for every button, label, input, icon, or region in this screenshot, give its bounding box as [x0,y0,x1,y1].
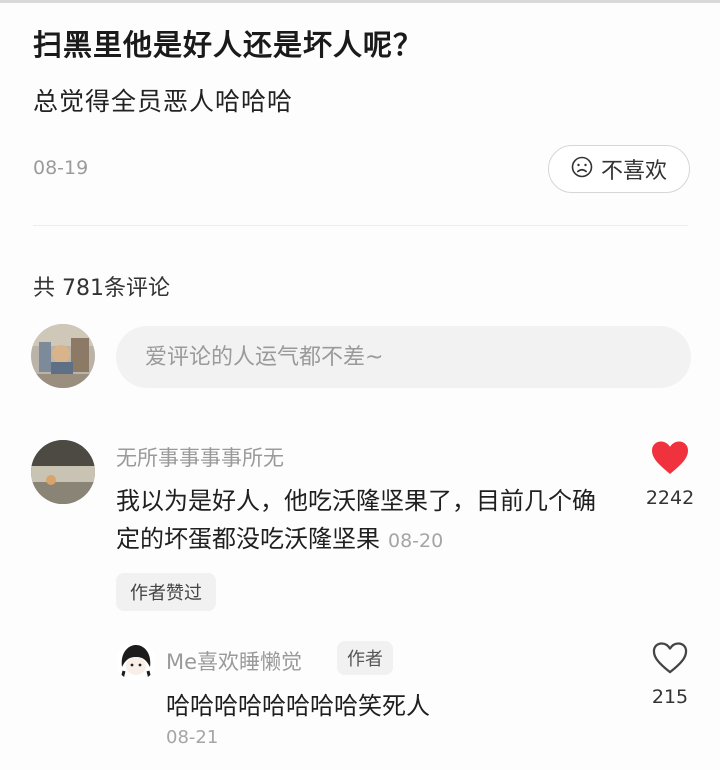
sad-face-icon [571,156,593,182]
like-count: 2242 [645,487,695,509]
heart-filled-icon [652,441,688,474]
reply-text: 哈哈哈哈哈哈哈哈笑死人 [166,692,430,720]
dislike-label: 不喜欢 [600,159,667,184]
commenter-username[interactable]: 无所事事事事所无 [116,442,284,472]
like-button[interactable] [650,440,690,476]
comment-input[interactable] [116,326,691,388]
current-user-avatar[interactable] [31,324,95,388]
comment-count: 共 781条评论 [33,276,170,301]
author-liked-badge: 作者赞过 [116,573,216,611]
reply-avatar[interactable] [116,641,156,681]
author-tag: 作者 [337,641,393,675]
reply-date: 08-21 [166,727,219,748]
post-body: 总觉得全员恶人哈哈哈 [33,87,294,116]
comment-text: 我以为是好人，他吃沃隆坚果了，目前几个确定的坏蛋都没吃沃隆坚果 08-20 [116,482,616,560]
post-title: 扫黑里他是好人还是坏人呢？ [33,28,424,62]
comment-date: 08-20 [388,530,444,552]
heart-outline-icon [652,642,688,674]
dislike-button[interactable]: 不喜欢 [548,145,690,193]
reply-like-button[interactable] [651,641,689,675]
reply-like-count: 215 [651,686,689,708]
reply-username[interactable]: Me喜欢睡懒觉 [166,646,302,676]
top-strip [0,0,720,3]
commenter-avatar[interactable] [31,440,95,504]
comment-body: 我以为是好人，他吃沃隆坚果了，目前几个确定的坏蛋都没吃沃隆坚果 [116,487,596,553]
post-date: 08-19 [33,157,89,179]
divider [33,225,688,226]
